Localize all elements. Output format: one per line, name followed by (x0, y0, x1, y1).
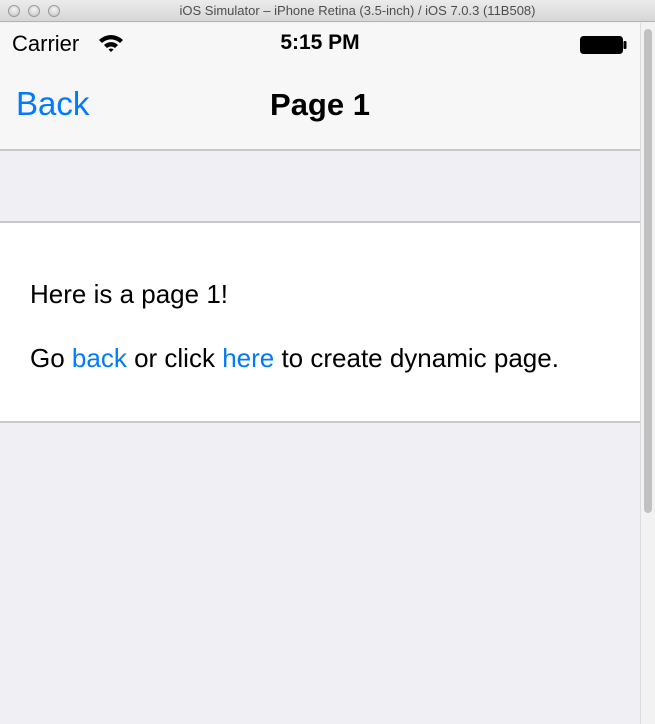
minimize-window-button[interactable] (28, 5, 40, 17)
scrollbar-thumb[interactable] (644, 29, 652, 513)
instruction-suffix: to create dynamic page. (274, 343, 559, 373)
window-titlebar[interactable]: iOS Simulator – iPhone Retina (3.5-inch)… (0, 0, 655, 22)
vertical-scrollbar[interactable] (640, 23, 655, 724)
create-dynamic-page-link[interactable]: here (222, 343, 274, 373)
battery-icon (580, 36, 627, 54)
navigation-bar: Back Page 1 (0, 63, 640, 151)
ios-status-bar: Carrier 5:15 PM (0, 23, 640, 63)
instruction-text: Go back or click here to create dynamic … (30, 343, 559, 374)
close-window-button[interactable] (8, 5, 20, 17)
instruction-prefix: Go (30, 343, 72, 373)
status-time: 5:15 PM (280, 31, 360, 54)
simulator-window: iOS Simulator – iPhone Retina (3.5-inch)… (0, 0, 655, 724)
intro-text: Here is a page 1! (30, 279, 229, 309)
zoom-window-button[interactable] (48, 5, 60, 17)
instruction-middle: or click (126, 343, 223, 373)
back-link[interactable]: back (72, 343, 127, 373)
content-block: Here is a page 1! Go back or click here … (0, 221, 640, 423)
page-title: Page 1 (270, 87, 370, 122)
window-title: iOS Simulator – iPhone Retina (3.5-inch)… (179, 3, 536, 18)
